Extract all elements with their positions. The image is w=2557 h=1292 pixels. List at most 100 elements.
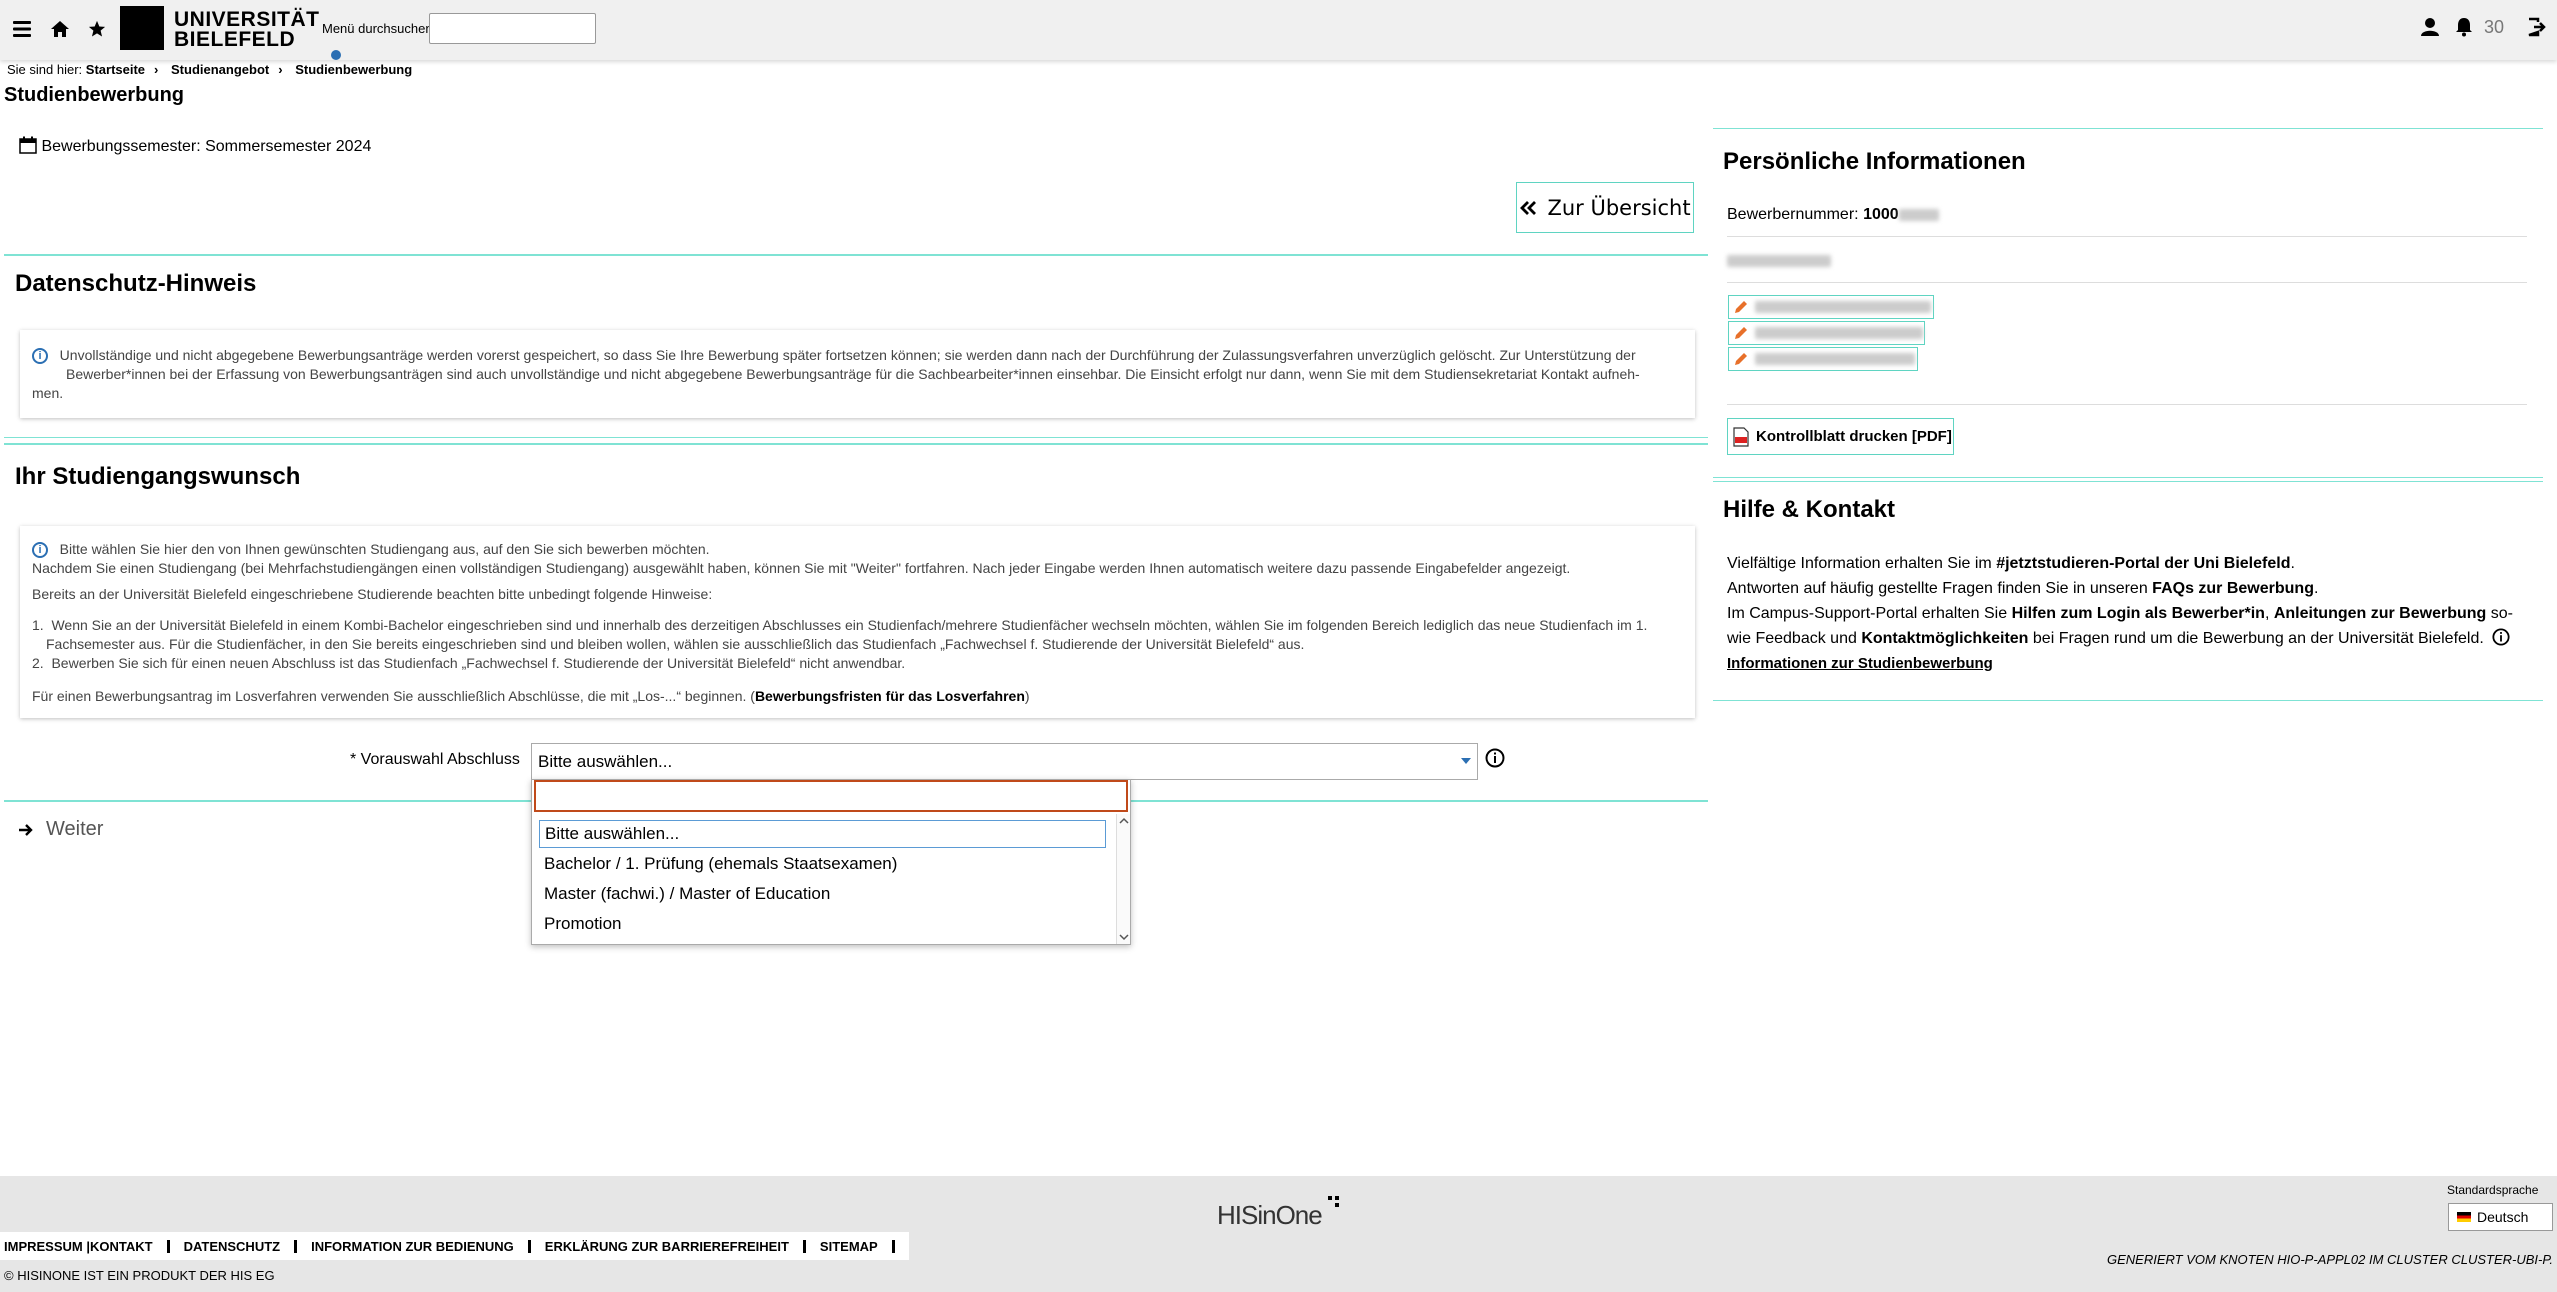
next-button-label: Weiter (46, 818, 104, 840)
help-heading: Hilfe & Kontakt (1723, 496, 1896, 523)
info-icon: i (32, 348, 48, 365)
application-guide-link[interactable]: Anleitungen zur Bewerbung (2274, 605, 2486, 622)
portal-link[interactable]: #jetztstudieren-Portal der Uni Bielefeld (1996, 555, 2290, 572)
dropdown-option-master[interactable]: Master (fachwi.) / Master of Education (539, 880, 830, 908)
next-button[interactable]: Weiter (18, 818, 103, 841)
edit-email-link[interactable] (1728, 321, 1925, 345)
footer-link-impressum[interactable]: IMPRESSUM |KONTAKT (4, 1239, 153, 1254)
contact-link[interactable]: Kontaktmöglichkeiten (1861, 630, 2028, 647)
footer-link-sitemap[interactable]: SITEMAP (820, 1239, 878, 1254)
help-text-3c: so- (2486, 605, 2513, 622)
star-icon[interactable] (88, 20, 106, 38)
help-text-3b: , (2264, 605, 2274, 622)
faq-link[interactable]: FAQs zur Bewerbung (2152, 580, 2314, 597)
study-hint-1a: Wenn Sie an der Universität Bielefeld in… (51, 617, 1648, 633)
privacy-line-2: Bewerber*innen bei der Erfassung von Bew… (66, 366, 1640, 382)
menu-icon[interactable] (12, 19, 32, 39)
degree-preselection-select[interactable]: Bitte auswählen... (531, 743, 1478, 780)
generated-by: GENERIERT VOM KNOTEN HIO-P-APPL02 IM CLU… (2107, 1252, 2553, 1267)
privacy-line-1: Unvollständige und nicht abgegebene Bewe… (59, 347, 1636, 363)
pencil-icon (1735, 301, 1747, 313)
degree-dropdown: Bitte auswählen... Bachelor / 1. Prüfung… (531, 779, 1131, 945)
dropdown-search-input[interactable] (534, 780, 1128, 812)
menu-search-label: Menü durchsuchen (322, 21, 433, 36)
dropdown-option-none[interactable]: Bitte auswählen... (539, 820, 1106, 848)
section-divider (4, 437, 1708, 438)
pdf-icon (1733, 426, 1749, 447)
section-divider (4, 443, 1708, 445)
help-text-2: Antworten auf häufig gestellte Fragen fi… (1727, 580, 2153, 597)
user-icon[interactable] (2420, 17, 2440, 37)
menu-search-input[interactable] (429, 13, 596, 44)
notification-count[interactable]: 30 (2484, 17, 2504, 38)
breadcrumb-separator-icon: › (278, 62, 283, 77)
german-flag-icon (2457, 1212, 2471, 1222)
bell-icon[interactable] (2455, 17, 2473, 37)
dropdown-option-promotion[interactable]: Promotion (539, 910, 621, 938)
overview-button[interactable]: Zur Übersicht (1516, 182, 1694, 233)
logo-line-2: BIELEFELD (174, 28, 296, 51)
lottery-text: Für einen Bewerbungsantrag im Losverfahr… (32, 688, 755, 704)
breadcrumb-separator-icon: › (154, 62, 159, 77)
language-value: Deutsch (2477, 1209, 2529, 1225)
breadcrumb-item-startseite[interactable]: Startseite (86, 62, 145, 77)
breadcrumb-prefix: Sie sind hier: (7, 62, 83, 77)
language-selector[interactable]: Deutsch (2448, 1203, 2553, 1231)
edit-phone-link[interactable] (1728, 347, 1918, 371)
university-logo-icon[interactable] (120, 6, 164, 50)
applicant-number: Bewerbernummer: 1000 (1727, 206, 1939, 224)
semester-info: Bewerbungssemester: Sommersemester 2024 (19, 136, 371, 156)
dropdown-scrollbar[interactable] (1116, 814, 1130, 944)
top-bar: UNIVERSITÄT BIELEFELD Menü durchsuchen 3… (0, 0, 2557, 60)
logout-icon[interactable] (2527, 17, 2547, 37)
info-circle-icon[interactable] (1485, 748, 1505, 768)
hisinone-logo: HISinOne (1217, 1196, 1342, 1231)
lottery-close: ) (1024, 688, 1030, 704)
privacy-line-3: men. (32, 385, 64, 401)
application-info-link[interactable]: Informationen zur Studienbewerbung (1727, 655, 1993, 672)
scroll-down-icon[interactable] (1118, 932, 1130, 942)
info-circle-icon[interactable] (2492, 628, 2510, 646)
redacted-value (1898, 208, 1939, 221)
print-control-sheet-button[interactable]: Kontrollblatt drucken [PDF] (1727, 418, 1954, 455)
privacy-heading: Datenschutz-Hinweis (15, 270, 257, 297)
university-logo-text[interactable]: UNIVERSITÄT BIELEFELD (174, 9, 320, 51)
lottery-deadlines-link[interactable]: Bewerbungsfristen für das Losverfahren (755, 688, 1025, 704)
arrow-right-icon (19, 823, 33, 836)
scroll-up-icon[interactable] (1118, 816, 1130, 826)
footer-link-bedienung[interactable]: INFORMATION ZUR BEDIENUNG (311, 1239, 514, 1254)
chevron-down-icon (1461, 758, 1471, 764)
privacy-info-box: i Unvollständige und nicht abgegebene Be… (20, 330, 1695, 418)
redacted-phone (1755, 353, 1915, 365)
hisinone-dots-icon (1327, 1196, 1339, 1207)
study-hint-2: Bewerben Sie sich für einen neuen Abschl… (51, 655, 906, 671)
footer-link-barrierefreiheit[interactable]: ERKLÄRUNG ZUR BARRIEREFREIHEIT (545, 1239, 789, 1254)
study-intro-3: Bereits an der Universität Bielefeld ein… (32, 586, 713, 602)
personal-info-heading: Persönliche Informationen (1723, 148, 2026, 175)
home-icon[interactable] (50, 19, 70, 39)
study-info-box: i Bitte wählen Sie hier den von Ihnen ge… (20, 526, 1695, 718)
study-intro-1: Bitte wählen Sie hier den von Ihnen gewü… (59, 541, 710, 557)
footer-links: IMPRESSUM |KONTAKT DATENSCHUTZ INFORMATI… (0, 1232, 909, 1260)
breadcrumb-item-studienangebot[interactable]: Studienangebot (171, 62, 269, 77)
double-chevron-left-icon (1520, 200, 1537, 215)
applicant-number-value: 1000 (1863, 206, 1899, 223)
applicant-number-label: Bewerbernummer: (1727, 206, 1859, 223)
print-control-sheet-label: Kontrollblatt drucken [PDF] (1756, 428, 1952, 445)
edit-address-link[interactable] (1728, 295, 1934, 319)
login-help-link[interactable]: Hilfen zum Login als Bewerber*in (2012, 605, 2265, 622)
sidebar-divider (1713, 700, 2543, 701)
section-divider (4, 254, 1708, 256)
dropdown-option-bachelor[interactable]: Bachelor / 1. Prüfung (ehemals Staatsexa… (539, 850, 897, 878)
row-divider (1727, 236, 2527, 237)
sidebar-divider (1713, 477, 2543, 478)
footer-link-datenschutz[interactable]: DATENSCHUTZ (184, 1239, 281, 1254)
degree-preselection-label: * Vorauswahl Abschluss (350, 751, 520, 768)
page-title: Studienbewerbung (4, 84, 184, 106)
row-divider (1727, 282, 2527, 283)
redacted-address (1755, 301, 1931, 313)
help-text-1-end: . (2290, 555, 2295, 572)
redacted-email (1755, 327, 1923, 339)
breadcrumb-item-studienbewerbung: Studienbewerbung (295, 62, 413, 77)
help-text-4: wie Feedback und (1727, 630, 1862, 647)
